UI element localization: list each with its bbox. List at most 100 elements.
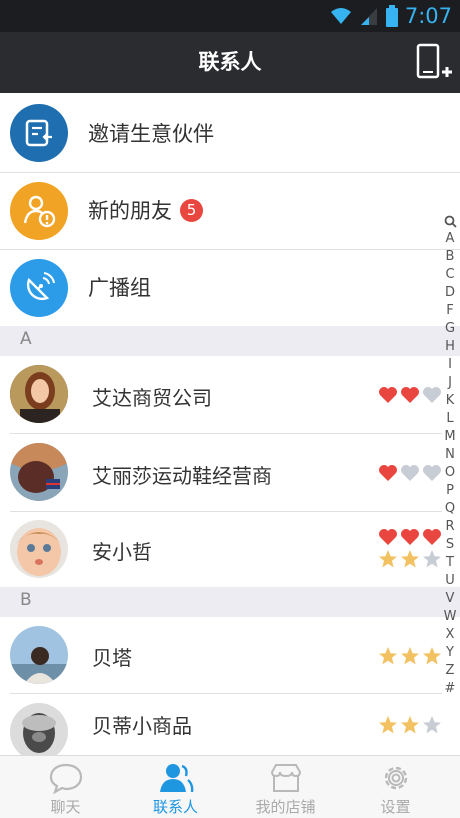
index-letter[interactable]: C <box>440 266 460 284</box>
star-icon <box>423 550 441 568</box>
invite-partner-label: 邀请生意伙伴 <box>88 122 214 146</box>
contact-name: 艾丽莎运动鞋经营商 <box>92 464 272 488</box>
hearts-rating <box>378 462 442 484</box>
invite-partner-row[interactable]: 邀请生意伙伴 <box>0 93 460 173</box>
index-letter[interactable]: M <box>440 428 460 446</box>
index-letter[interactable]: J <box>440 374 460 392</box>
contact-row[interactable]: 贝塔 <box>0 617 460 694</box>
add-phone-contact-icon <box>416 43 452 79</box>
signal-icon <box>360 8 377 25</box>
tab-chat[interactable]: 聊天 <box>8 756 123 818</box>
broadcast-group-label: 广播组 <box>88 276 151 300</box>
index-letter[interactable]: O <box>440 464 460 482</box>
index-letter[interactable]: T <box>440 554 460 572</box>
tab-contacts-label: 联系人 <box>152 798 198 816</box>
heart-icon <box>379 387 397 403</box>
tab-settings-label: 设置 <box>380 798 411 816</box>
add-contact-button[interactable] <box>414 42 454 82</box>
index-letter[interactable]: B <box>440 248 460 266</box>
rating <box>378 714 442 736</box>
avatar <box>10 520 68 578</box>
status-time: 7:07 <box>404 4 452 28</box>
heart-icon <box>401 465 419 481</box>
index-letter[interactable]: Y <box>440 644 460 662</box>
rating <box>378 526 442 570</box>
avatar <box>10 626 68 684</box>
page-title: 联系人 <box>198 50 262 74</box>
alphabet-index-bar[interactable]: A B C D F G H I J K L M N O P Q R S T U … <box>440 212 460 698</box>
index-letter[interactable]: P <box>440 482 460 500</box>
index-letter[interactable]: Z <box>440 662 460 680</box>
star-icon <box>379 550 397 568</box>
new-friends-text: 新的朋友 <box>88 199 172 223</box>
index-letter[interactable]: U <box>440 572 460 590</box>
settings-gear-icon <box>384 766 408 790</box>
hearts-rating <box>378 526 442 548</box>
tab-chat-label: 聊天 <box>50 798 81 816</box>
heart-icon <box>379 529 397 545</box>
star-icon <box>401 550 419 568</box>
index-search-icon[interactable] <box>440 212 460 230</box>
new-friends-row[interactable]: 新的朋友 5 <box>0 173 460 250</box>
stars-rating <box>378 714 442 736</box>
tab-settings[interactable]: 设置 <box>338 756 453 818</box>
star-icon <box>423 647 441 665</box>
index-letter[interactable]: N <box>440 446 460 464</box>
index-letter[interactable]: H <box>440 338 460 356</box>
index-letter[interactable]: D <box>440 284 460 302</box>
index-letter[interactable]: V <box>440 590 460 608</box>
tab-my-store[interactable]: 我的店铺 <box>228 756 343 818</box>
contact-row[interactable]: 艾达商贸公司 <box>0 356 460 434</box>
section-letter: B <box>20 590 32 610</box>
broadcast-group-row[interactable]: 广播组 <box>0 250 460 326</box>
status-bar: 7:07 <box>0 0 460 32</box>
index-letter[interactable]: # <box>440 680 460 698</box>
heart-icon <box>401 387 419 403</box>
index-letter[interactable]: G <box>440 320 460 338</box>
hearts-rating <box>378 384 442 406</box>
section-header-b: B <box>0 587 460 617</box>
chat-icon <box>49 763 83 794</box>
contact-row[interactable]: 安小哲 <box>0 512 460 587</box>
contact-name: 贝蒂小商品 <box>92 714 192 738</box>
index-letter[interactable]: X <box>440 626 460 644</box>
star-icon <box>379 647 397 665</box>
contact-name: 安小哲 <box>92 540 152 564</box>
index-letter[interactable]: L <box>440 410 460 428</box>
index-letter[interactable]: K <box>440 392 460 410</box>
heart-icon <box>401 529 419 545</box>
heart-icon <box>379 465 397 481</box>
tab-contacts[interactable]: 联系人 <box>118 756 233 818</box>
index-letter[interactable]: I <box>440 356 460 374</box>
contact-row[interactable]: 贝蒂小商品 <box>0 694 460 755</box>
avatar <box>10 443 68 501</box>
store-icon <box>270 764 302 792</box>
tab-my-store-label: 我的店铺 <box>255 798 316 816</box>
section-letter: A <box>20 329 32 349</box>
invite-partner-icon <box>10 104 68 162</box>
avatar <box>10 703 68 755</box>
wifi-icon <box>330 8 351 24</box>
index-letter[interactable]: R <box>440 518 460 536</box>
star-icon <box>401 716 419 734</box>
star-icon <box>379 716 397 734</box>
stars-rating <box>378 645 442 667</box>
broadcast-icon <box>10 259 68 317</box>
rating <box>378 462 442 484</box>
rating <box>378 645 442 667</box>
contact-name: 贝塔 <box>92 646 132 670</box>
index-letter[interactable]: Q <box>440 500 460 518</box>
contacts-list[interactable]: 邀请生意伙伴 新的朋友 5 广播组 A 艾达商贸公司 艾丽莎运动鞋经营商 安小哲… <box>0 93 460 755</box>
index-letter[interactable]: S <box>440 536 460 554</box>
heart-icon <box>423 529 441 545</box>
avatar <box>10 365 68 423</box>
star-icon <box>423 716 441 734</box>
contact-row[interactable]: 艾丽莎运动鞋经营商 <box>0 434 460 512</box>
battery-icon <box>385 5 398 27</box>
bottom-tab-bar: 聊天 联系人 我的店铺 设置 <box>0 755 460 818</box>
index-letter[interactable]: F <box>440 302 460 320</box>
new-friends-count-badge: 5 <box>180 199 203 222</box>
index-letter[interactable]: W <box>440 608 460 626</box>
new-friends-label: 新的朋友 5 <box>88 195 203 225</box>
index-letter[interactable]: A <box>440 230 460 248</box>
